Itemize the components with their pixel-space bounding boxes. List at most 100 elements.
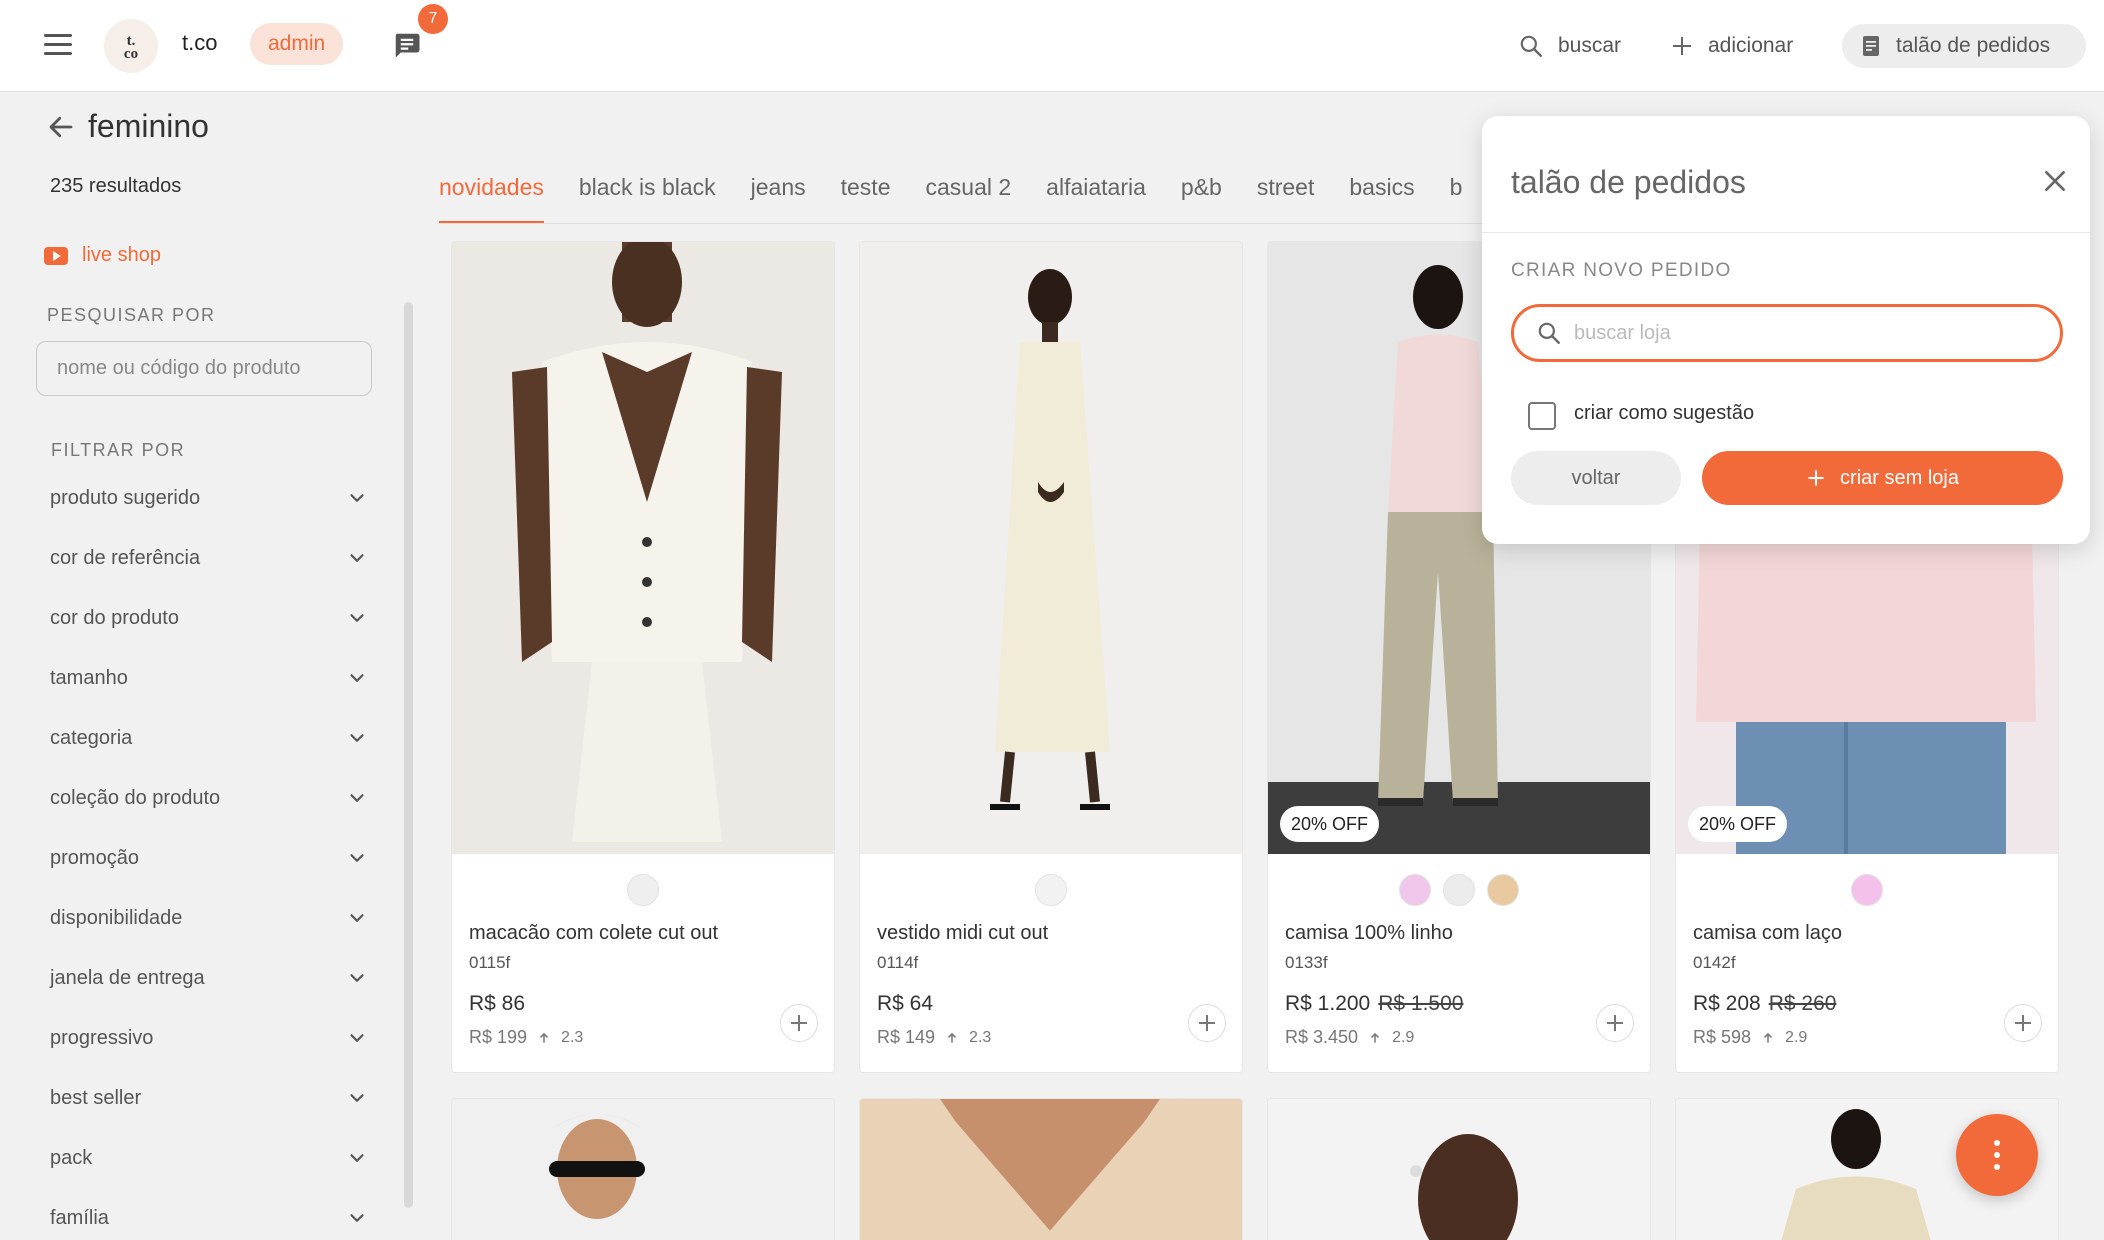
- video-icon: [44, 246, 68, 265]
- discount-badge: 20% OFF: [1280, 806, 1380, 842]
- product-card[interactable]: [1267, 1098, 1651, 1240]
- tab-item[interactable]: p&b: [1181, 162, 1222, 223]
- filter-item[interactable]: janela de entrega: [50, 948, 370, 1008]
- product-code: 0114f: [877, 953, 919, 972]
- back-button[interactable]: voltar: [1511, 451, 1681, 505]
- filter-item[interactable]: cor do produto: [50, 588, 370, 648]
- color-swatch[interactable]: [1443, 874, 1475, 906]
- filter-label: disponibilidade: [50, 906, 183, 929]
- chevron-down-icon: [350, 794, 364, 802]
- tab-item[interactable]: alfaiataria: [1046, 162, 1146, 223]
- product-price: R$ 1.200 R$ 1.500: [1285, 992, 1463, 1016]
- tab-item[interactable]: b: [1450, 162, 1463, 223]
- arrow-up-icon: [540, 1032, 549, 1043]
- product-card[interactable]: [859, 1098, 1243, 1240]
- filter-item[interactable]: tamanho: [50, 648, 370, 708]
- product-image[interactable]: [860, 1099, 1242, 1240]
- filter-item[interactable]: família: [50, 1188, 370, 1240]
- store-search-input[interactable]: [1511, 304, 2063, 362]
- order-book-label: talão de pedidos: [1896, 34, 2051, 57]
- sidebar-scrollbar[interactable]: [404, 302, 413, 1208]
- add-to-order-button[interactable]: [780, 1004, 818, 1042]
- product-image[interactable]: [452, 242, 834, 854]
- filter-label: tamanho: [50, 666, 128, 689]
- search-icon: [1538, 322, 1560, 344]
- filter-item[interactable]: best seller: [50, 1068, 370, 1128]
- search-label: buscar: [1558, 34, 1622, 57]
- create-without-store-button[interactable]: criar sem loja: [1702, 451, 2063, 505]
- chevron-down-icon: [350, 914, 364, 922]
- chevron-down-icon: [350, 674, 364, 682]
- product-image[interactable]: [1268, 1099, 1650, 1240]
- color-swatch[interactable]: [1851, 874, 1883, 906]
- chevron-down-icon: [350, 1094, 364, 1102]
- tab-item[interactable]: black is black: [579, 162, 716, 223]
- filter-label: pack: [50, 1146, 93, 1169]
- filter-item[interactable]: disponibilidade: [50, 888, 370, 948]
- color-swatch[interactable]: [1035, 874, 1067, 906]
- plus-icon: [1808, 470, 1824, 486]
- product-card[interactable]: vestido midi cut out 0114f R$ 64 R$ 149 2.3: [859, 241, 1243, 1073]
- back-arrow-icon[interactable]: [46, 112, 76, 142]
- product-card[interactable]: macacão com colete cut out 0115f R$ 86 R$ 1…: [451, 241, 835, 1073]
- filter-label: produto sugerido: [50, 486, 201, 509]
- arrow-up-icon: [948, 1032, 957, 1043]
- search-button[interactable]: buscar: [1518, 24, 1621, 68]
- color-swatch[interactable]: [1487, 874, 1519, 906]
- filter-item[interactable]: produto sugerido: [50, 468, 370, 528]
- retail-price: R$ 149: [877, 1027, 936, 1047]
- color-swatch[interactable]: [1399, 874, 1431, 906]
- product-card[interactable]: [451, 1098, 835, 1240]
- old-price: R$ 260: [1768, 992, 1837, 1015]
- add-to-order-button[interactable]: [1596, 1004, 1634, 1042]
- filter-label: categoria: [50, 726, 133, 749]
- product-image[interactable]: [860, 242, 1242, 854]
- live-shop-link[interactable]: live shop: [44, 244, 161, 267]
- filter-item[interactable]: promoção: [50, 828, 370, 888]
- search-icon: [1520, 35, 1542, 57]
- create-order-label: CRIAR NOVO PEDIDO: [1511, 260, 1732, 281]
- chevron-down-icon: [350, 974, 364, 982]
- product-code: 0133f: [1285, 953, 1328, 972]
- arrow-up-icon: [1371, 1032, 1380, 1043]
- filter-item[interactable]: cor de referência: [50, 528, 370, 588]
- markup-value: 2.9: [1392, 1028, 1415, 1046]
- search-section-label: PESQUISAR POR: [47, 305, 216, 325]
- product-search-input[interactable]: [36, 341, 372, 396]
- add-to-order-button[interactable]: [1188, 1004, 1226, 1042]
- product-name: vestido midi cut out: [877, 922, 1049, 944]
- color-swatch[interactable]: [627, 874, 659, 906]
- chat-icon[interactable]: [392, 30, 422, 60]
- results-count: 235 resultados: [50, 175, 182, 197]
- menu-icon[interactable]: [40, 30, 76, 60]
- add-button[interactable]: adicionar: [1670, 24, 1793, 68]
- filter-item[interactable]: categoria: [50, 708, 370, 768]
- filter-item[interactable]: coleção do produto: [50, 768, 370, 828]
- product-code: 0142f: [1693, 953, 1736, 972]
- more-actions-button[interactable]: [1956, 1114, 2038, 1196]
- filter-item[interactable]: pack: [50, 1128, 370, 1188]
- tab-item[interactable]: basics: [1349, 162, 1414, 223]
- filter-label: cor do produto: [50, 606, 179, 629]
- tab-item[interactable]: casual 2: [926, 162, 1012, 223]
- markup-value: 2.3: [561, 1028, 584, 1046]
- order-book-button[interactable]: talão de pedidos: [1842, 24, 2086, 68]
- retail-info: R$ 598 2.9: [1693, 1027, 1807, 1048]
- add-to-order-button[interactable]: [2004, 1004, 2042, 1042]
- product-name: camisa com laço: [1693, 922, 1842, 944]
- tab-item[interactable]: novidades: [439, 162, 544, 223]
- filter-item[interactable]: progressivo: [50, 1008, 370, 1068]
- brand-name: t.co: [182, 30, 218, 55]
- collection-tabs: novidades black is black jeans teste casual …: [439, 162, 1519, 224]
- suggestion-checkbox[interactable]: [1528, 402, 1556, 430]
- product-image[interactable]: [452, 1099, 834, 1240]
- tab-item[interactable]: street: [1257, 162, 1315, 223]
- filter-label: coleção do produto: [50, 786, 221, 809]
- tab-item[interactable]: jeans: [751, 162, 806, 223]
- tab-item[interactable]: teste: [841, 162, 891, 223]
- markup-value: 2.9: [1785, 1028, 1808, 1046]
- chevron-down-icon: [350, 554, 364, 562]
- brand-logo[interactable]: t. co: [104, 19, 158, 73]
- live-shop-label: live shop: [82, 244, 161, 266]
- close-icon[interactable]: [2042, 168, 2068, 194]
